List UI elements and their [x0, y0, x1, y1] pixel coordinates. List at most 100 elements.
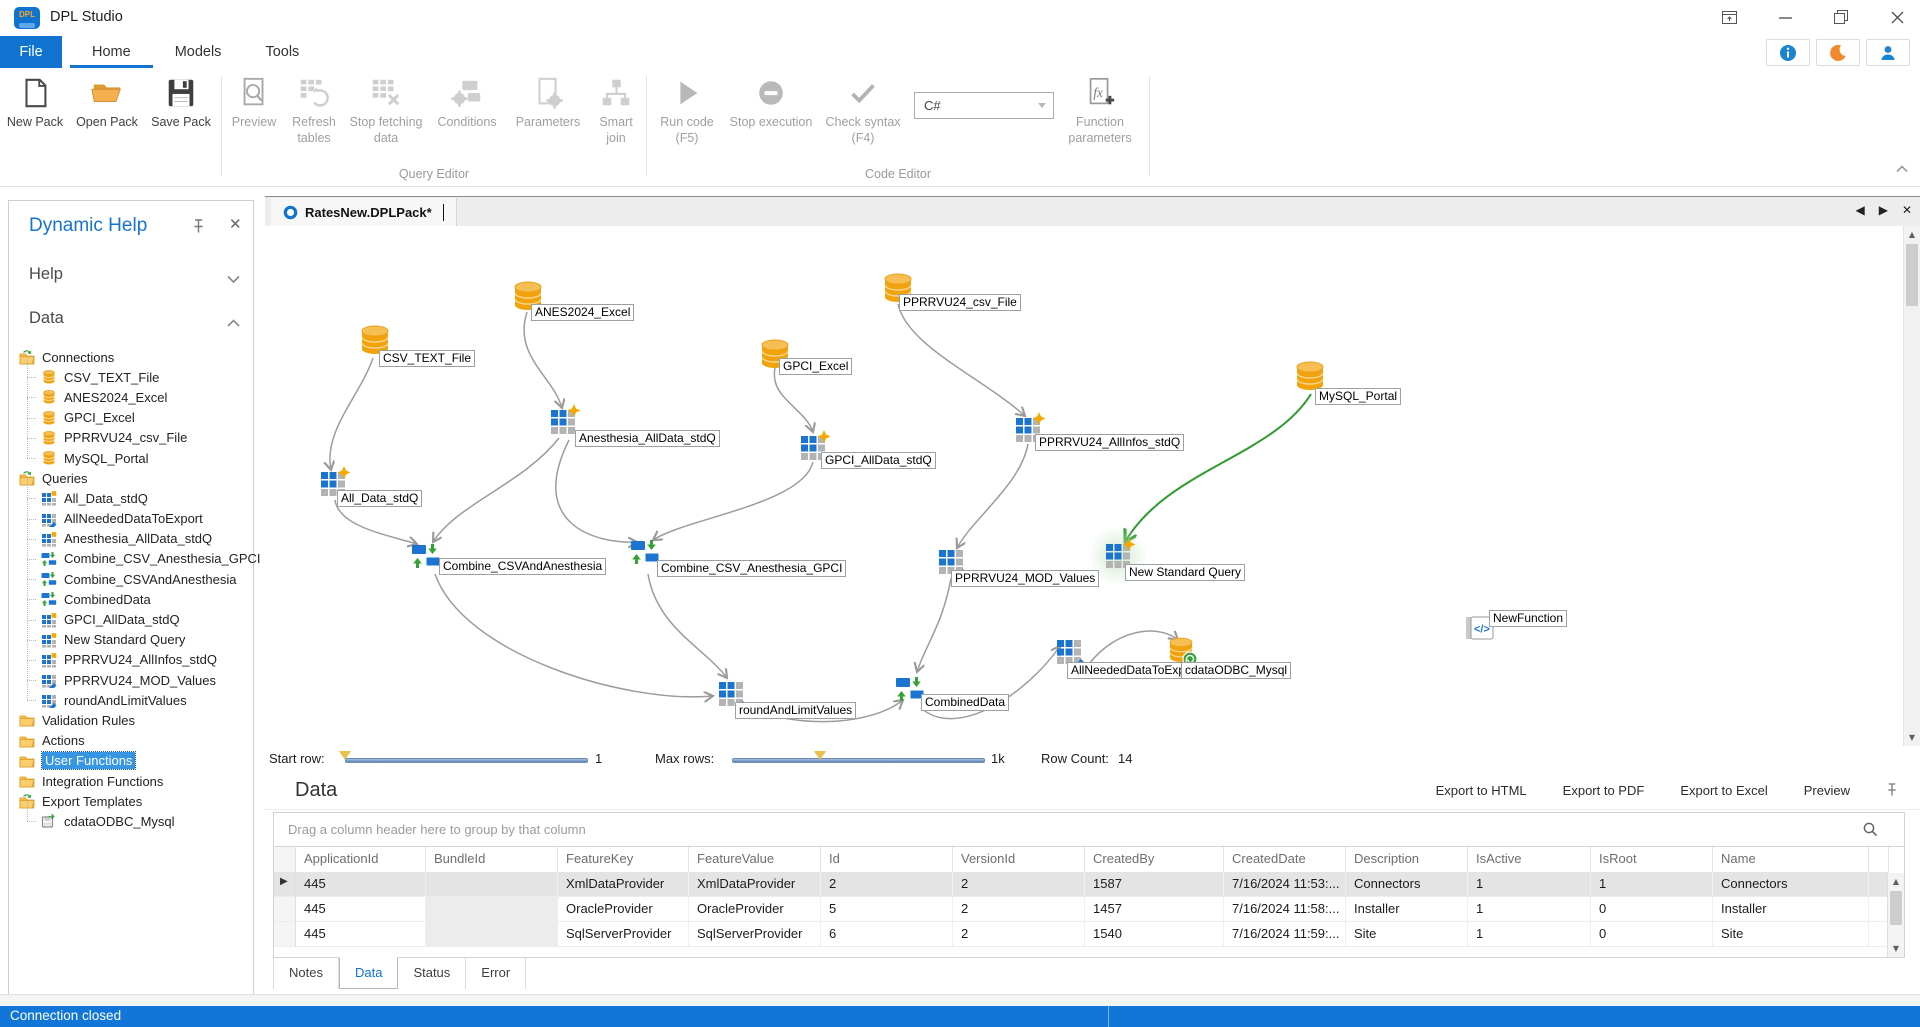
grid-cell[interactable]: Connectors	[1713, 872, 1869, 897]
tab-error[interactable]: Error	[466, 958, 526, 989]
tab-notes[interactable]: Notes	[273, 958, 339, 989]
canvas-node-label[interactable]: PPRRVU24_csv_File	[899, 294, 1021, 311]
tree-item[interactable]: Combine_CSVAndAnesthesia	[9, 569, 253, 589]
canvas-node-label[interactable]: GPCI_AllData_stdQ	[821, 452, 936, 469]
tree-item[interactable]: Queries	[9, 468, 253, 488]
grid-cell[interactable]: 0	[1591, 922, 1713, 947]
document-tab[interactable]: RatesNew.DPLPack*	[271, 198, 457, 227]
run-code-button[interactable]: Run code (F5)	[650, 68, 724, 147]
close-panel-icon[interactable]: ✕	[229, 215, 242, 233]
canvas-node-label[interactable]: roundAndLimitValues	[735, 702, 856, 719]
grid-cell[interactable]: Installer	[1713, 897, 1869, 922]
pin-icon[interactable]	[192, 219, 205, 238]
canvas-node-label[interactable]: New Standard Query	[1125, 564, 1245, 581]
start-row-slider[interactable]	[345, 758, 588, 763]
tree-item[interactable]: Export Templates	[9, 791, 253, 811]
tree-item[interactable]: PPRRVU24_AllInfos_stdQ	[9, 650, 253, 670]
tab-data[interactable]: Data	[339, 957, 398, 989]
tree-item[interactable]: Validation Rules	[9, 710, 253, 730]
column-header[interactable]: VersionId	[953, 847, 1085, 873]
grid-cell[interactable]: 1	[1468, 897, 1591, 922]
canvas-node-label[interactable]: GPCI_Excel	[779, 358, 852, 375]
grid-cell[interactable]: 1540	[1085, 922, 1224, 947]
scroll-tabs-right-icon[interactable]: ▶	[1879, 203, 1888, 217]
tab-models[interactable]: Models	[153, 36, 244, 68]
tree-item[interactable]: Actions	[9, 731, 253, 751]
parameters-button[interactable]: Parameters	[507, 68, 589, 130]
grid-cell[interactable]	[1869, 897, 1889, 922]
grid-cell[interactable]: 0	[1591, 897, 1713, 922]
canvas-node-label[interactable]: PPRRVU24_MOD_Values	[951, 570, 1099, 587]
canvas-node-label[interactable]: cdataODBC_Mysql	[1181, 662, 1291, 679]
column-header[interactable]: Description	[1346, 847, 1468, 873]
grid-cell[interactable]: 2	[953, 897, 1085, 922]
grid-cell[interactable]: Site	[1346, 922, 1468, 947]
tree-item[interactable]: New Standard Query	[9, 630, 253, 650]
section-data[interactable]: Data	[9, 307, 253, 337]
combine-icon[interactable]	[631, 540, 659, 564]
preview-button[interactable]: Preview	[225, 68, 283, 130]
group-by-bar[interactable]: Drag a column header here to group by th…	[274, 813, 1904, 847]
canvas-node-label[interactable]: Combine_CSV_Anesthesia_GPCI	[657, 560, 846, 577]
stop-execution-button[interactable]: Stop execution	[724, 68, 818, 130]
tree-item[interactable]: CombinedData	[9, 589, 253, 609]
grid-cell[interactable]: 6	[821, 922, 953, 947]
column-header[interactable]: BundleId	[426, 847, 558, 873]
grid-cell[interactable]: SqlServerProvider	[558, 922, 689, 947]
tab-status[interactable]: Status	[398, 958, 466, 989]
canvas-node-label[interactable]: MySQL_Portal	[1315, 388, 1401, 405]
grid-cell[interactable]: OracleProvider	[558, 897, 689, 922]
grid-cell[interactable]	[1869, 922, 1889, 947]
user-account-button[interactable]	[1866, 39, 1910, 66]
tree-item[interactable]: Integration Functions	[9, 771, 253, 791]
tab-file[interactable]: File	[0, 36, 62, 68]
row-indicator[interactable]	[274, 897, 296, 922]
close-document-icon[interactable]: ✕	[1902, 203, 1912, 217]
grid-cell[interactable]: 2	[953, 872, 1085, 897]
grid-cell[interactable]: 1	[1468, 872, 1591, 897]
scrollbar-thumb[interactable]	[1890, 891, 1902, 925]
grid-cell[interactable]: 7/16/2024 11:58:...	[1224, 897, 1346, 922]
tree-item[interactable]: Connections	[9, 347, 253, 367]
tab-tools[interactable]: Tools	[243, 36, 321, 68]
tree-item[interactable]: roundAndLimitValues	[9, 690, 253, 710]
canvas-vertical-scrollbar[interactable]: ▲ ▼	[1903, 226, 1920, 746]
row-indicator[interactable]	[274, 922, 296, 947]
tree-item[interactable]: GPCI_Excel	[9, 408, 253, 428]
refresh-tables-button[interactable]: Refresh tables	[283, 68, 345, 147]
tree-item[interactable]: Combine_CSV_Anesthesia_GPCI	[9, 549, 253, 569]
canvas-node-label[interactable]: ANES2024_Excel	[531, 304, 634, 321]
tree-item[interactable]: cdataODBC_Mysql	[9, 811, 253, 831]
restore-icon[interactable]	[1826, 4, 1856, 30]
max-rows-slider[interactable]	[732, 758, 985, 763]
grid-vertical-scrollbar[interactable]: ▲ ▼	[1887, 873, 1904, 957]
tree-item[interactable]: MySQL_Portal	[9, 448, 253, 468]
db-icon[interactable]	[1297, 362, 1323, 390]
combine-icon[interactable]	[412, 544, 440, 568]
column-header[interactable]: ApplicationId	[296, 847, 426, 873]
tree-item[interactable]: GPCI_AllData_stdQ	[9, 609, 253, 629]
scroll-up-icon[interactable]: ▲	[1888, 873, 1904, 890]
row-indicator[interactable]: ▶	[274, 872, 296, 897]
preview-grid-button[interactable]: Preview	[1804, 783, 1850, 798]
column-header[interactable]: Id	[821, 847, 953, 873]
grid-cell[interactable]: 445	[296, 872, 426, 897]
search-icon[interactable]	[1863, 822, 1878, 840]
tab-home[interactable]: Home	[70, 36, 153, 68]
tree-item[interactable]: PPRRVU24_MOD_Values	[9, 670, 253, 690]
grid-cell[interactable]: XmlDataProvider	[558, 872, 689, 897]
export-to-excel-button[interactable]: Export to Excel	[1680, 783, 1767, 798]
grid-cell[interactable]: 1457	[1085, 897, 1224, 922]
grid-cell[interactable]: 1587	[1085, 872, 1224, 897]
column-header[interactable]: FeatureValue	[689, 847, 821, 873]
column-header[interactable]: FeatureKey	[558, 847, 689, 873]
collapse-ribbon-icon[interactable]	[1896, 160, 1908, 178]
column-header[interactable]: CreatedBy	[1085, 847, 1224, 873]
scrollbar-thumb[interactable]	[1906, 244, 1918, 306]
model-canvas[interactable]: </>	[265, 226, 1902, 746]
close-icon[interactable]	[1882, 4, 1912, 30]
theme-moon-button[interactable]	[1816, 39, 1860, 66]
column-header[interactable]: Name	[1713, 847, 1869, 873]
grid-cell[interactable]: 2	[821, 872, 953, 897]
function-parameters-button[interactable]: fx Function parameters	[1054, 68, 1146, 147]
